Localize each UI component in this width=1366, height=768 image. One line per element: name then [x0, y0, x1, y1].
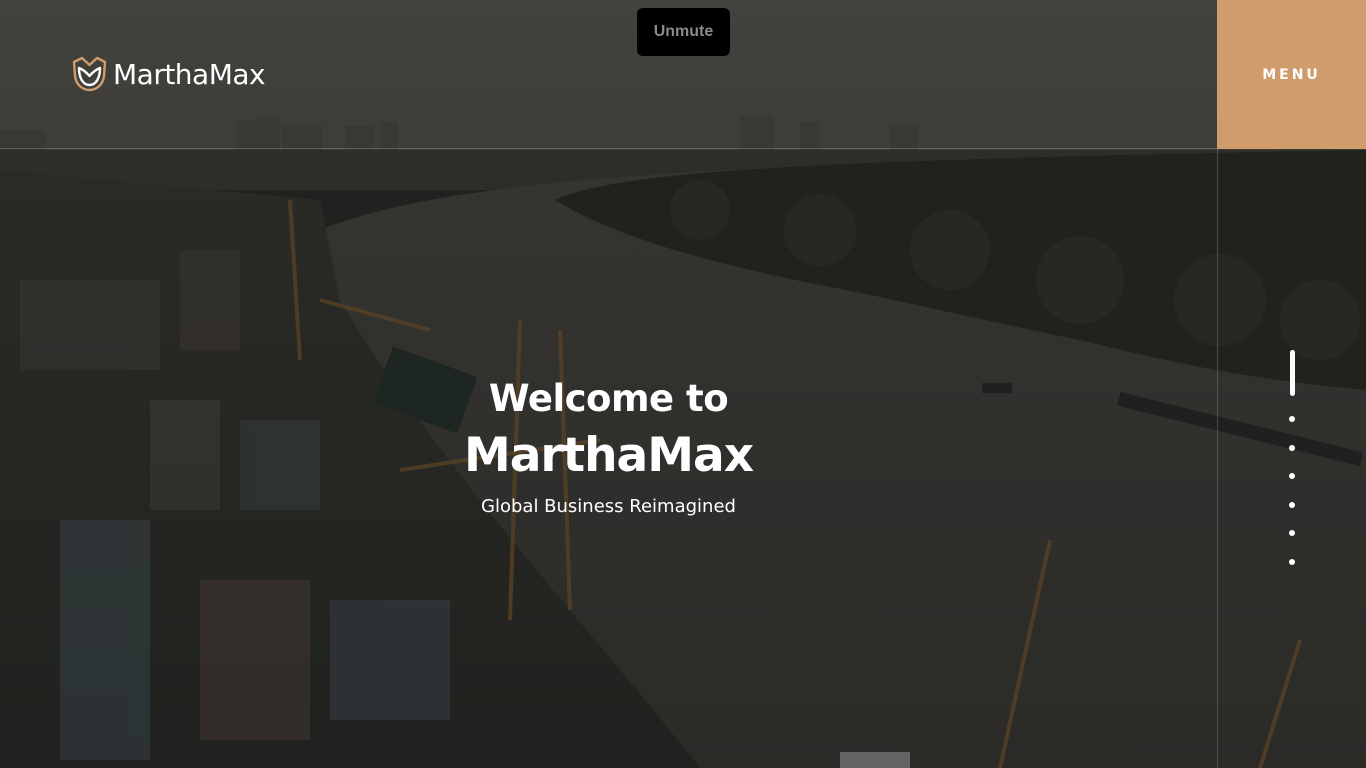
pagination-active-indicator[interactable]	[1289, 350, 1295, 396]
pagination-dot[interactable]	[1289, 558, 1295, 565]
unmute-button[interactable]: Unmute	[637, 8, 730, 56]
hero-welcome: Welcome to	[488, 377, 729, 420]
menu-button[interactable]: MENU	[1217, 0, 1366, 149]
hero-title: MarthaMax	[463, 428, 754, 483]
slide-pagination	[1286, 350, 1298, 587]
pagination-dot[interactable]	[1289, 444, 1295, 451]
brand-name: MarthaMax	[113, 57, 266, 91]
pagination-dot[interactable]	[1289, 501, 1295, 508]
tulip-shield-icon	[72, 56, 107, 92]
sidebar-divider	[1217, 149, 1218, 768]
pagination-dot[interactable]	[1289, 530, 1295, 536]
page: MarthaMax Unmute MENU Welcome to MarthaM…	[0, 0, 1366, 768]
pagination-dot[interactable]	[1289, 416, 1295, 422]
header-divider	[0, 148, 1217, 149]
brand-logo[interactable]: MarthaMax	[71, 56, 266, 92]
hero-tagline: Global Business Reimagined	[481, 496, 736, 517]
pagination-dot[interactable]	[1289, 473, 1295, 479]
hero: Welcome to MarthaMax Global Business Rei…	[0, 375, 1217, 519]
menu-label: MENU	[1262, 66, 1321, 83]
